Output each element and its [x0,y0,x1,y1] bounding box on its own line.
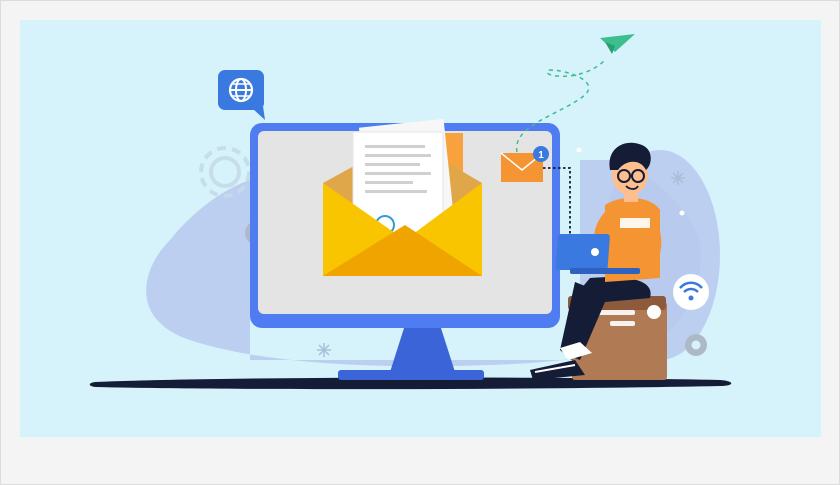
gear-icon [685,334,707,356]
sparkle-icon [671,171,685,185]
decorative-dot [576,147,582,153]
decorative-dot [679,210,685,216]
page-frame: 1 [0,0,840,485]
gear-icon [199,146,251,198]
paper-plane-icon [600,34,635,54]
globe-chat-bubble-icon [218,70,265,120]
sparkle-icon [317,343,331,357]
notification-badge-count: 1 [538,150,544,161]
illustration-canvas: 1 [89,34,732,390]
wifi-icon [673,274,709,310]
email-marketing-illustration: 1 [20,20,821,437]
